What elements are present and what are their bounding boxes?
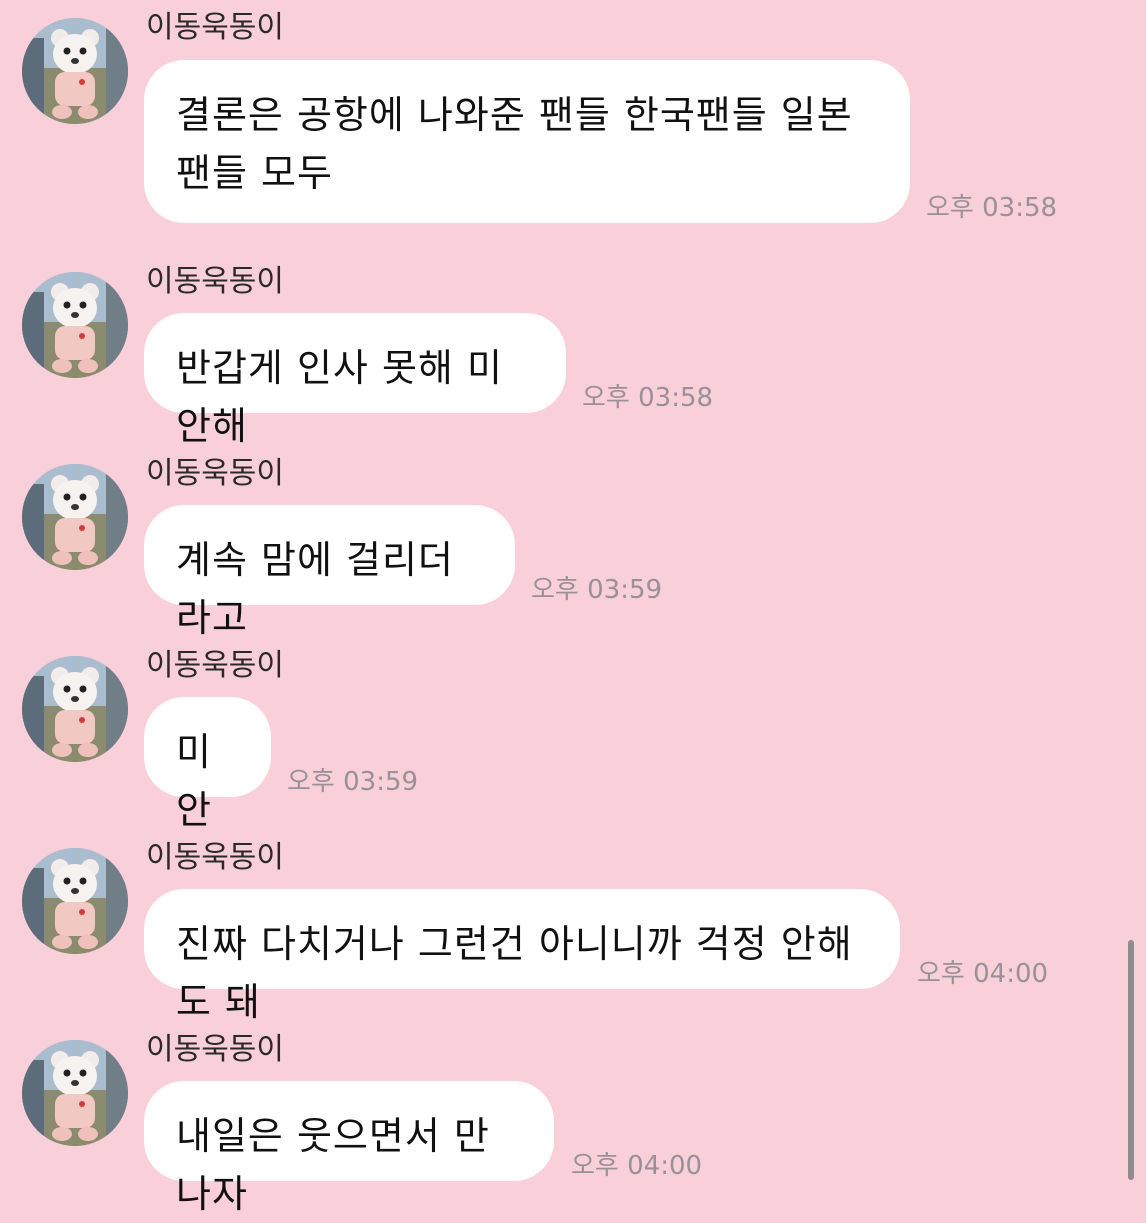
sender-name: 이동욱동이 — [146, 10, 284, 45]
avatar[interactable] — [22, 1040, 128, 1146]
teddy-bear-avatar-icon — [22, 848, 128, 954]
message-bubble[interactable]: 진짜 다치거나 그런건 아니니까 걱정 안해도 돼 — [144, 889, 900, 1024]
sender-name: 이동욱동이 — [146, 456, 284, 491]
avatar[interactable] — [22, 656, 128, 762]
sender-name: 이동욱동이 — [146, 1032, 284, 1067]
sender-name: 이동욱동이 — [146, 840, 284, 875]
message-bubble[interactable]: 반갑게 인사 못해 미안해 — [144, 313, 566, 448]
message-bubble[interactable]: 내일은 웃으면서 만나자 — [144, 1081, 554, 1216]
message-timestamp: 오후 03:59 — [531, 575, 663, 605]
message-bubble[interactable]: 계속 맘에 걸리더라고 — [144, 505, 515, 640]
teddy-bear-avatar-icon — [22, 18, 128, 124]
sender-name: 이동욱동이 — [146, 648, 284, 683]
message-timestamp: 오후 03:59 — [287, 767, 419, 797]
avatar[interactable] — [22, 18, 128, 124]
scrollbar[interactable] — [1128, 940, 1134, 1180]
teddy-bear-avatar-icon — [22, 1040, 128, 1146]
sender-name: 이동욱동이 — [146, 264, 284, 299]
message-timestamp: 오후 04:00 — [917, 959, 1049, 989]
teddy-bear-avatar-icon — [22, 656, 128, 762]
avatar[interactable] — [22, 464, 128, 570]
teddy-bear-avatar-icon — [22, 464, 128, 570]
avatar[interactable] — [22, 848, 128, 954]
avatar[interactable] — [22, 272, 128, 378]
message-bubble[interactable]: 미안 — [144, 697, 271, 832]
message-timestamp: 오후 03:58 — [582, 383, 714, 413]
message-bubble[interactable]: 결론은 공항에 나와준 팬들 한국팬들 일본팬들 모두 — [144, 60, 910, 223]
teddy-bear-avatar-icon — [22, 272, 128, 378]
message-timestamp: 오후 03:58 — [926, 193, 1058, 223]
message-timestamp: 오후 04:00 — [571, 1151, 703, 1181]
